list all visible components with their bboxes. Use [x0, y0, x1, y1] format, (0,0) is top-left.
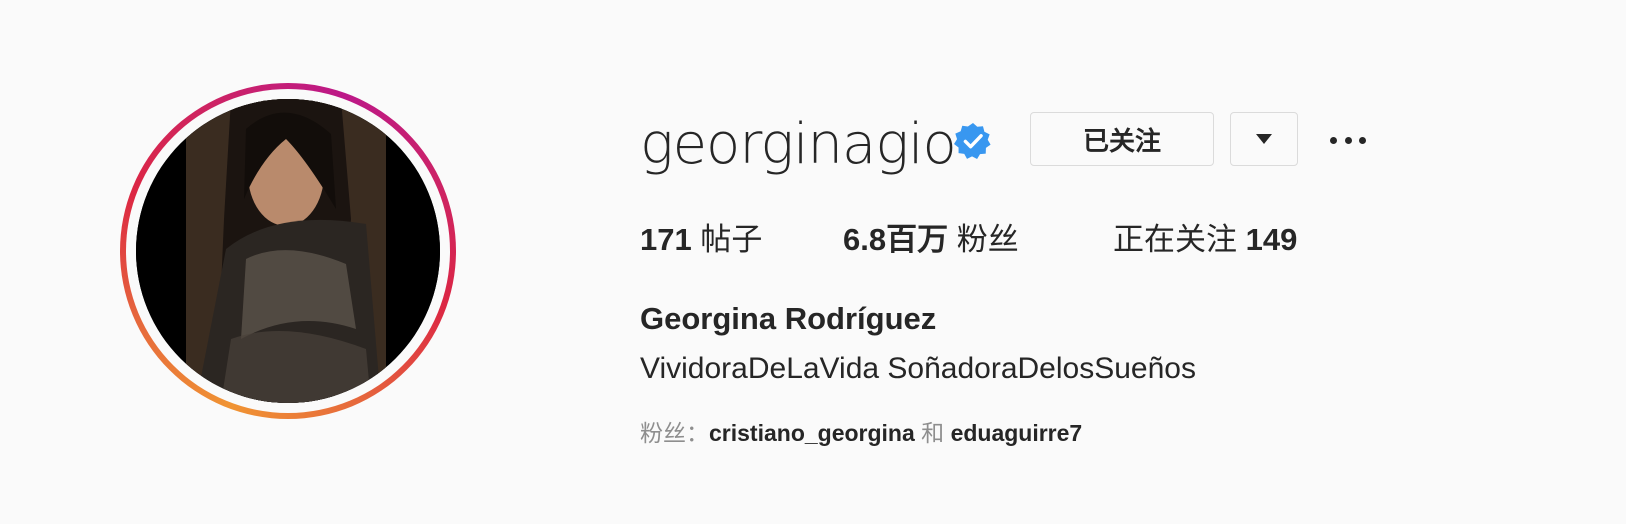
followed-by-line: 粉丝：cristiano_georgina 和 eduaguirre7 [640, 418, 1082, 448]
following-stat[interactable]: 正在关注 149 [1113, 220, 1297, 260]
profile-bio: VividoraDeLaVida SoñadoraDelosSueños [640, 352, 1196, 385]
followers-count: 6.8百万 [843, 222, 949, 257]
posts-stat[interactable]: 171 帖子 [640, 220, 762, 260]
more-options-icon[interactable] [1330, 125, 1366, 155]
following-count: 149 [1245, 222, 1298, 257]
followed-by-user-link[interactable]: eduaguirre7 [951, 420, 1083, 446]
posts-label: 帖子 [700, 222, 763, 257]
story-ring[interactable] [120, 83, 456, 419]
profile-full-name: Georgina Rodríguez [640, 301, 937, 336]
posts-count: 171 [640, 222, 692, 257]
following-label: 正在关注 [1113, 222, 1237, 257]
caret-down-icon [1256, 134, 1272, 144]
dot [1359, 136, 1366, 144]
followers-label: 粉丝 [956, 222, 1019, 257]
avatar-border [126, 89, 450, 413]
following-button[interactable]: 已关注 [1030, 112, 1214, 166]
profile-avatar[interactable] [136, 99, 440, 403]
profile-username: georginagio [640, 112, 957, 177]
avatar-image [136, 99, 440, 403]
followers-stat[interactable]: 6.8百万 粉丝 [843, 220, 1019, 260]
dot [1330, 136, 1337, 144]
followed-by-prefix: 粉丝： [640, 420, 709, 446]
dot [1344, 136, 1352, 144]
followed-by-connector: 和 [921, 420, 945, 446]
verified-badge-icon [954, 122, 991, 160]
followed-by-user-link[interactable]: cristiano_georgina [709, 420, 915, 446]
suggestions-dropdown-button[interactable] [1230, 112, 1298, 166]
